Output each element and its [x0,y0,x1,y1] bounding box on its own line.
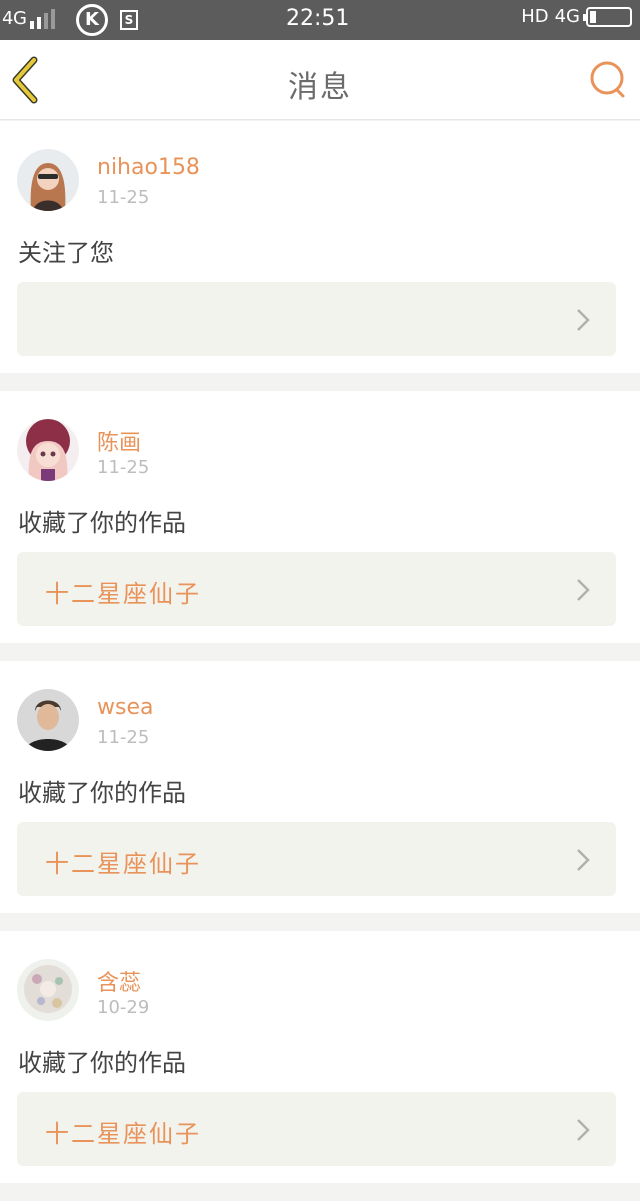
work-title: 十二星座仙子 [45,1120,201,1148]
s-app-icon: S [120,10,138,30]
avatar[interactable] [17,149,79,211]
username[interactable]: 陈画 [97,425,141,457]
message-action: 关注了您 [18,239,114,267]
page-title: 消息 [288,70,352,105]
username[interactable]: nihao158 [97,155,200,180]
message-item: nihao158 11-25 关注了您 [0,121,640,373]
message-action: 收藏了你的作品 [18,1049,186,1077]
username[interactable]: wsea [97,695,153,720]
clock: 22:51 [286,6,350,31]
work-link[interactable]: 十二星座仙子 [17,1092,616,1166]
message-date: 11-25 [97,187,150,208]
status-bar: 4G K S 22:51 HD 4G [0,0,640,40]
user-avatar-icon [17,689,79,751]
battery-icon [583,6,632,27]
navigation-bar: 消息 [0,40,640,120]
message-date: 10-29 [97,997,150,1018]
user-avatar-icon [17,959,79,1021]
search-button[interactable] [588,58,628,102]
message-action: 收藏了你的作品 [18,779,186,807]
message-item: 陈画 11-25 收藏了你的作品 十二星座仙子 [0,391,640,643]
message-date: 11-25 [97,457,150,478]
chevron-right-icon [577,849,590,871]
message-date: 11-25 [97,727,150,748]
username[interactable]: 含蕊 [97,965,141,997]
chevron-right-icon [577,1119,590,1141]
user-avatar-icon [17,419,79,481]
status-right: HD 4G [521,6,632,27]
chevron-right-icon [577,309,590,331]
chevron-right-icon [577,579,590,601]
hd-indicator: HD [521,6,549,27]
message-list: nihao158 11-25 关注了您 陈画 11-25 收藏了你的作品 十二星… [0,121,640,1201]
work-link[interactable]: 十二星座仙子 [17,552,616,626]
message-item: wsea 11-25 收藏了你的作品 十二星座仙子 [0,661,640,913]
signal-left: 4G [2,8,56,29]
work-title: 十二星座仙子 [45,850,201,878]
k-app-icon: K [76,4,108,36]
work-title: 十二星座仙子 [45,580,201,608]
message-action: 收藏了你的作品 [18,509,186,537]
network-type-left: 4G [2,8,27,29]
avatar[interactable] [17,419,79,481]
signal-strength-icon [30,8,56,29]
work-link[interactable]: 十二星座仙子 [17,822,616,896]
avatar[interactable] [17,959,79,1021]
work-link[interactable] [17,282,616,356]
message-item: 含蕊 10-29 收藏了你的作品 十二星座仙子 [0,931,640,1183]
search-icon [590,61,625,98]
network-type-right: 4G [554,6,580,27]
avatar[interactable] [17,689,79,751]
user-avatar-icon [17,149,79,211]
